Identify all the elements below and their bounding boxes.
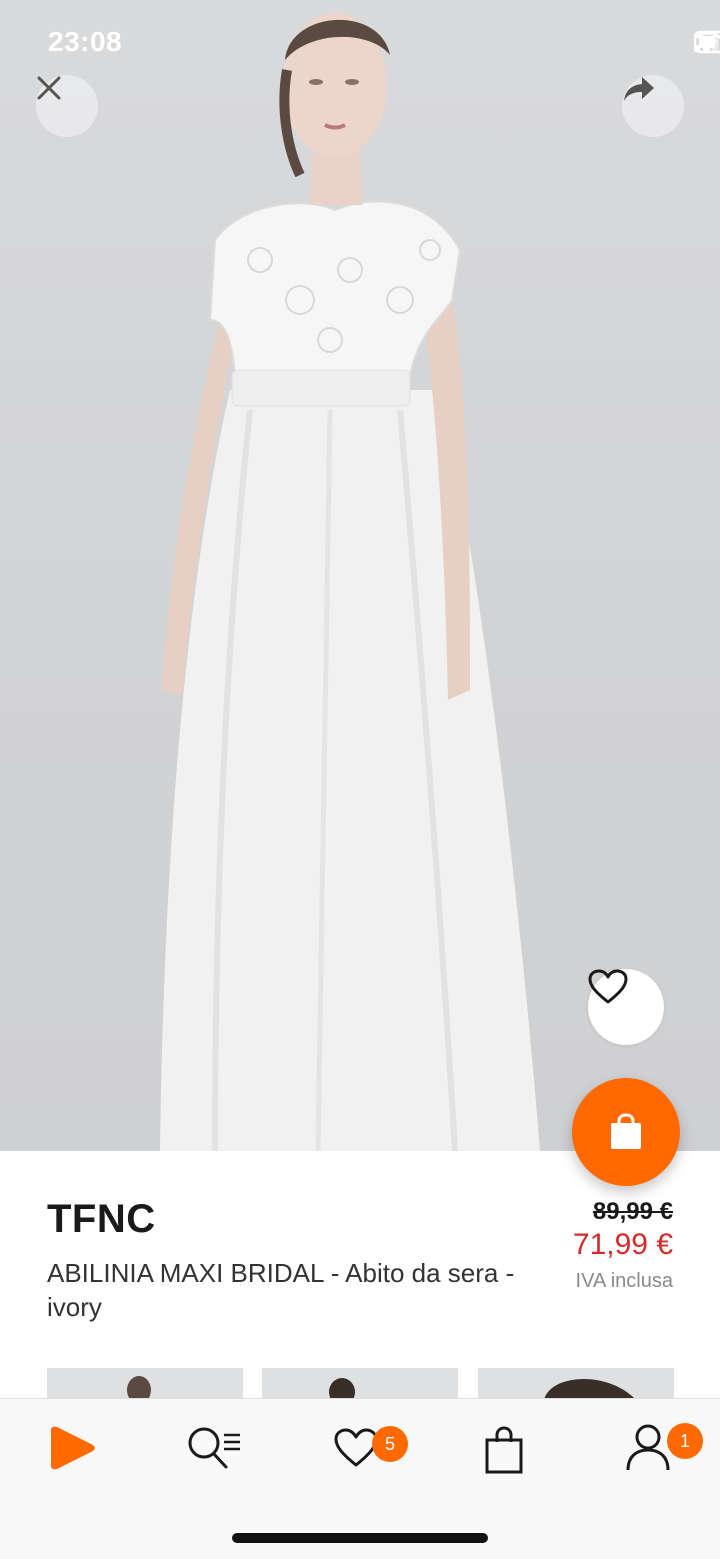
nav-home[interactable]	[32, 1418, 112, 1478]
heart-icon	[588, 969, 628, 1004]
sale-price: 71,99 €	[572, 1228, 673, 1261]
close-icon	[37, 76, 61, 100]
brand-name[interactable]: TFNC	[47, 1197, 156, 1242]
share-button[interactable]	[622, 75, 684, 137]
add-to-wishlist-button[interactable]	[588, 969, 664, 1045]
home-logo-icon	[51, 1426, 95, 1470]
thumbnail-image	[329, 1378, 355, 1400]
profile-icon	[626, 1424, 670, 1471]
shopping-bag-icon	[611, 1113, 641, 1149]
profile-count-badge: 1	[667, 1423, 703, 1459]
battery-icon	[694, 30, 720, 54]
wishlist-count-badge: 5	[372, 1426, 408, 1462]
nav-bag[interactable]	[464, 1420, 544, 1480]
thumbnail-2[interactable]	[262, 1368, 458, 1400]
close-button[interactable]	[36, 75, 98, 137]
heart-icon	[334, 1428, 378, 1467]
search-icon	[188, 1427, 240, 1469]
thumbnail-image	[127, 1376, 151, 1400]
shopping-bag-icon	[485, 1426, 523, 1474]
share-icon	[624, 77, 654, 101]
thumbnail-1[interactable]	[47, 1368, 243, 1400]
original-price: 89,99 €	[592, 1198, 673, 1225]
thumbnail-3[interactable]	[478, 1368, 674, 1400]
home-indicator	[232, 1533, 488, 1543]
product-image[interactable]: 23:08	[0, 0, 720, 1151]
product-title: ABILINIA MAXI BRIDAL - Abito da sera - i…	[47, 1258, 515, 1322]
vat-note: IVA inclusa	[575, 1270, 673, 1292]
add-to-bag-button[interactable]	[572, 1078, 680, 1186]
thumbnail-image	[544, 1378, 636, 1400]
status-time: 23:08	[48, 26, 123, 57]
nav-search[interactable]	[176, 1418, 256, 1478]
